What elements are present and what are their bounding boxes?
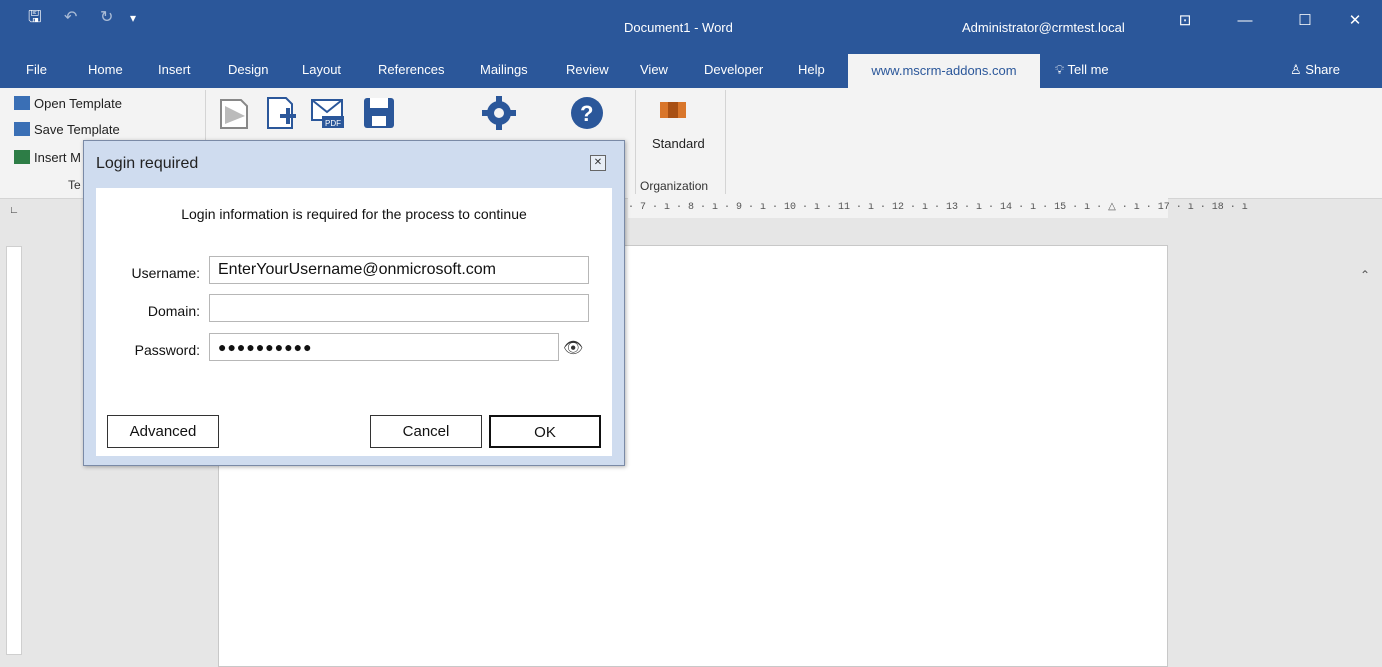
customize-qat-icon[interactable]: ▾	[130, 8, 136, 28]
ribbon-separator	[635, 90, 636, 194]
tab-design[interactable]: Design	[228, 62, 268, 77]
tell-me-label: Tell me	[1067, 62, 1109, 77]
preview-icon[interactable]	[215, 94, 253, 132]
organization-icon[interactable]	[658, 98, 688, 120]
advanced-button[interactable]: Advanced	[107, 415, 219, 448]
email-pdf-icon[interactable]: PDF	[308, 94, 346, 132]
dialog-message: Login information is required for the pr…	[181, 206, 527, 222]
undo-icon[interactable]: ↶	[64, 8, 77, 28]
title-bar: 🖫 ↶ ↻ ▾ Document1 - Word Administrator@c…	[0, 0, 1382, 54]
show-password-eye-icon[interactable]: 👁︎	[563, 338, 583, 358]
user-account[interactable]: Administrator@crmtest.local	[962, 20, 1125, 35]
svg-text:PDF: PDF	[325, 119, 341, 128]
share-button[interactable]: ♙ Share	[1290, 62, 1340, 78]
ribbon-tabs: File Home Insert Design Layout Reference…	[0, 54, 1382, 88]
tab-home[interactable]: Home	[88, 62, 123, 77]
insert-icon	[14, 150, 30, 164]
minimize-button[interactable]: —	[1225, 6, 1265, 36]
help-icon[interactable]: ?	[568, 94, 606, 132]
tab-help[interactable]: Help	[798, 62, 825, 77]
standard-button[interactable]: Standard	[652, 136, 705, 151]
save-template-label: Save Template	[34, 122, 120, 137]
save-icon[interactable]: 🖫	[28, 8, 42, 28]
tab-view[interactable]: View	[640, 62, 668, 77]
create-document-icon[interactable]	[262, 94, 300, 132]
tab-developer[interactable]: Developer	[704, 62, 763, 77]
share-label: Share	[1305, 62, 1340, 77]
insert-button[interactable]: Insert M	[14, 150, 81, 165]
ok-button[interactable]: OK	[489, 415, 601, 448]
person-icon: ♙	[1290, 62, 1306, 77]
close-button[interactable]: ✕	[1335, 6, 1375, 36]
save-template-icon	[14, 122, 30, 136]
lightbulb-icon: 💡︎	[1055, 62, 1068, 77]
domain-field[interactable]	[209, 294, 589, 322]
tab-mailings[interactable]: Mailings	[480, 62, 528, 77]
domain-label: Domain:	[147, 303, 200, 319]
ribbon-separator	[725, 90, 726, 194]
username-label: Username:	[131, 265, 200, 281]
tell-me-search[interactable]: 💡︎ Tell me	[1055, 62, 1109, 78]
group-label-templates: Te	[68, 178, 81, 192]
group-label-organization: Organization	[640, 179, 709, 193]
tab-file[interactable]: File	[26, 62, 47, 77]
cancel-button[interactable]: Cancel	[370, 415, 482, 448]
dialog-body: Login information is required for the pr…	[96, 188, 612, 456]
tab-references[interactable]: References	[378, 62, 444, 77]
tab-selector[interactable]: ∟	[6, 203, 22, 219]
tab-mscrm-addons[interactable]: www.mscrm-addons.com	[848, 54, 1040, 88]
dialog-close-icon[interactable]: ✕	[590, 155, 606, 171]
insert-label: Insert M	[34, 150, 81, 165]
password-field[interactable]: ●●●●●●●●●●	[209, 333, 559, 361]
tab-review[interactable]: Review	[566, 62, 609, 77]
save-document-icon[interactable]	[360, 94, 398, 132]
save-template-button[interactable]: Save Template	[14, 122, 120, 137]
ribbon-display-icon[interactable]: ⊡	[1165, 6, 1205, 36]
login-dialog: Login required ✕ Login information is re…	[83, 140, 625, 466]
window-title: Document1 - Word	[624, 20, 733, 35]
redo-icon[interactable]: ↻	[100, 8, 113, 28]
password-label: Password:	[134, 342, 200, 358]
vertical-ruler[interactable]	[6, 246, 22, 655]
maximize-button[interactable]: ☐	[1285, 6, 1325, 36]
username-field[interactable]	[209, 256, 589, 284]
open-template-icon	[14, 96, 30, 110]
collapse-ribbon-icon[interactable]: ⌃	[1360, 268, 1370, 282]
tab-layout[interactable]: Layout	[302, 62, 341, 77]
settings-gear-icon[interactable]	[480, 94, 518, 132]
open-template-button[interactable]: Open Template	[14, 96, 122, 111]
tab-insert[interactable]: Insert	[158, 62, 191, 77]
svg-text:?: ?	[580, 101, 593, 126]
horizontal-ruler[interactable]: · 7 · ı · 8 · ı · 9 · ı · 10 · ı · 11 · …	[628, 198, 1248, 218]
dialog-title: Login required	[96, 155, 199, 172]
open-template-label: Open Template	[34, 96, 122, 111]
